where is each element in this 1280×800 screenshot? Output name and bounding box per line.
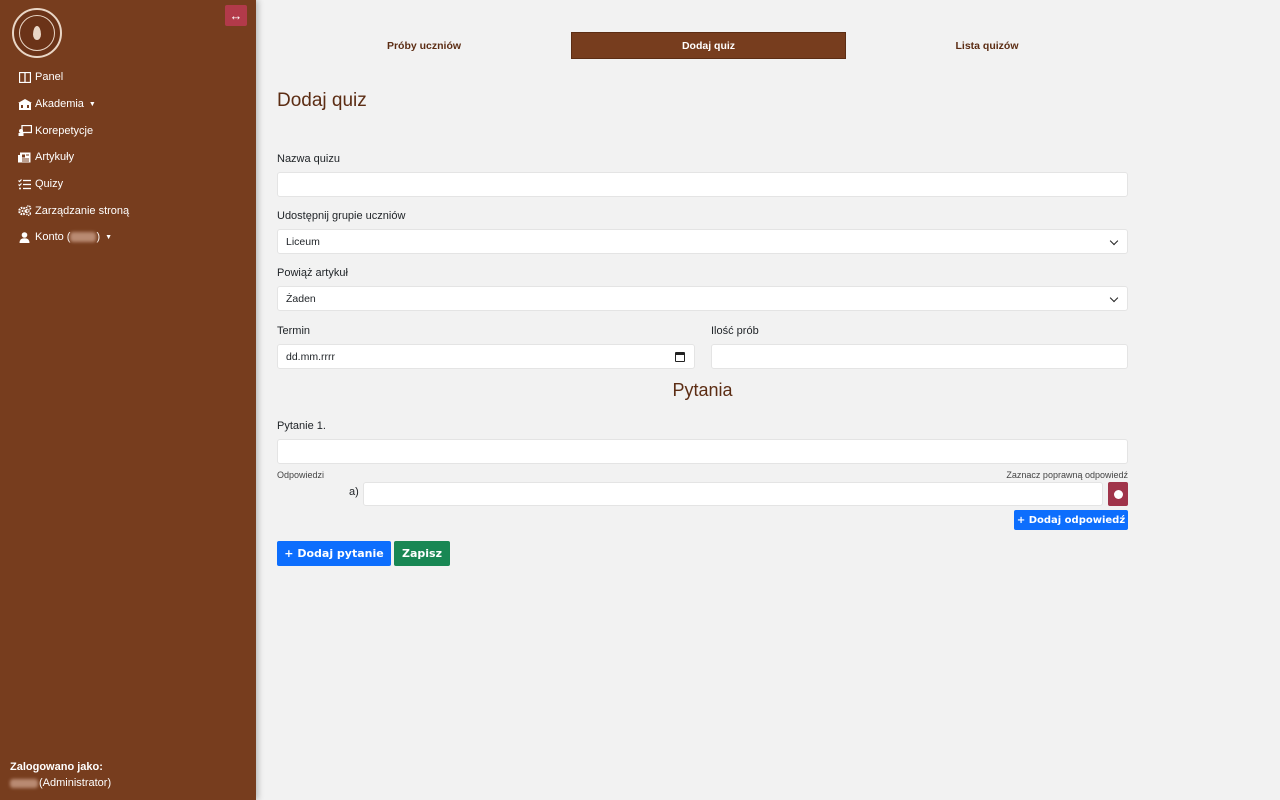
group-label: Udostępnij grupie uczniów xyxy=(277,210,406,222)
deadline-date-input[interactable]: dd.mm.rrrr xyxy=(277,344,695,369)
correct-answer-toggle[interactable] xyxy=(1108,482,1128,506)
radio-dot-icon xyxy=(1113,489,1123,499)
sidebar-nav: Panel Akademia ▼ Korepetycje Artykuły Qu… xyxy=(17,64,129,251)
calendar-icon[interactable] xyxy=(675,352,685,362)
question-label: Pytanie 1. xyxy=(277,420,326,432)
tab-dodaj-quiz[interactable]: Dodaj quiz xyxy=(571,32,846,59)
newspaper-icon xyxy=(17,151,32,163)
article-label: Powiąż artykuł xyxy=(277,267,348,279)
sidebar-item-label-end: ) xyxy=(96,231,101,244)
sidebar: ↔ Panel Akademia ▼ Korepetycje Artykuły … xyxy=(0,0,256,800)
add-question-button[interactable]: + Dodaj pytanie xyxy=(277,541,391,566)
sidebar-item-label: Zarządzanie stroną xyxy=(35,204,130,217)
page-title: Dodaj quiz xyxy=(277,90,367,111)
logged-in-info: Zalogowano jako: (Administrator) xyxy=(10,759,111,791)
sidebar-item-akademia[interactable]: Akademia ▼ xyxy=(17,91,129,118)
columns-icon xyxy=(17,71,32,83)
sidebar-item-label: Artykuły xyxy=(35,151,75,164)
cogs-icon xyxy=(17,205,32,217)
sidebar-item-zarzadzanie[interactable]: Zarządzanie stroną xyxy=(17,197,129,224)
caret-down-icon: ▼ xyxy=(105,233,113,241)
answer-prefix: a) xyxy=(349,486,359,498)
arrows-horizontal-icon: ↔ xyxy=(229,8,243,23)
logged-in-label: Zalogowano jako: xyxy=(10,761,103,773)
academy-logo[interactable] xyxy=(12,8,62,58)
list-check-icon xyxy=(17,178,32,190)
sidebar-item-konto[interactable]: Konto ( ) ▼ xyxy=(17,224,129,251)
sidebar-item-label: Panel xyxy=(35,71,64,84)
group-select-value: Liceum xyxy=(286,235,320,248)
sidebar-item-label: Konto ( xyxy=(35,231,71,244)
building-icon xyxy=(17,98,32,110)
sidebar-item-artykuly[interactable]: Artykuły xyxy=(17,144,129,171)
attempts-input[interactable] xyxy=(711,344,1128,369)
add-answer-button[interactable]: + Dodaj odpowiedź xyxy=(1014,510,1128,530)
sidebar-item-label: Quizy xyxy=(35,178,64,191)
answer-input[interactable] xyxy=(363,482,1103,506)
answers-label: Odpowiedzi xyxy=(277,470,325,480)
redacted-username xyxy=(70,232,97,243)
quiz-tabs: Próby uczniów Dodaj quiz Lista quizów xyxy=(290,32,1275,59)
attempts-label: Ilość prób xyxy=(711,325,759,337)
deadline-placeholder: dd.mm.rrrr xyxy=(286,350,335,363)
chevron-down-icon xyxy=(1109,293,1119,303)
chalkboard-icon xyxy=(17,125,32,137)
caret-down-icon: ▼ xyxy=(88,100,96,108)
article-select-value: Żaden xyxy=(286,292,316,305)
logged-in-role: (Administrator) xyxy=(39,777,112,789)
sidebar-item-quizy[interactable]: Quizy xyxy=(17,171,129,198)
redacted-username xyxy=(10,778,38,788)
sidebar-item-panel[interactable]: Panel xyxy=(17,64,129,91)
sidebar-item-korepetycje[interactable]: Korepetycje xyxy=(17,117,129,144)
article-select[interactable]: Żaden xyxy=(277,286,1128,311)
correct-answer-label: Zaznacz poprawną odpowiedź xyxy=(1006,470,1128,480)
user-icon xyxy=(17,231,32,243)
question-input[interactable] xyxy=(277,439,1128,464)
chevron-down-icon xyxy=(1109,236,1119,246)
sidebar-item-label: Akademia xyxy=(35,98,84,111)
sidebar-item-label: Korepetycje xyxy=(35,124,94,137)
questions-section-title: Pytania xyxy=(672,380,733,400)
deadline-label: Termin xyxy=(277,325,311,337)
tab-proby-uczniow[interactable]: Próby uczniów xyxy=(290,32,558,59)
quiz-name-label: Nazwa quizu xyxy=(277,153,340,165)
tab-lista-quizow[interactable]: Lista quizów xyxy=(859,32,1115,59)
quiz-name-input[interactable] xyxy=(277,172,1128,197)
group-select[interactable]: Liceum xyxy=(277,229,1128,254)
save-button[interactable]: Zapisz xyxy=(394,541,450,566)
sidebar-toggle-button[interactable]: ↔ xyxy=(225,5,247,26)
